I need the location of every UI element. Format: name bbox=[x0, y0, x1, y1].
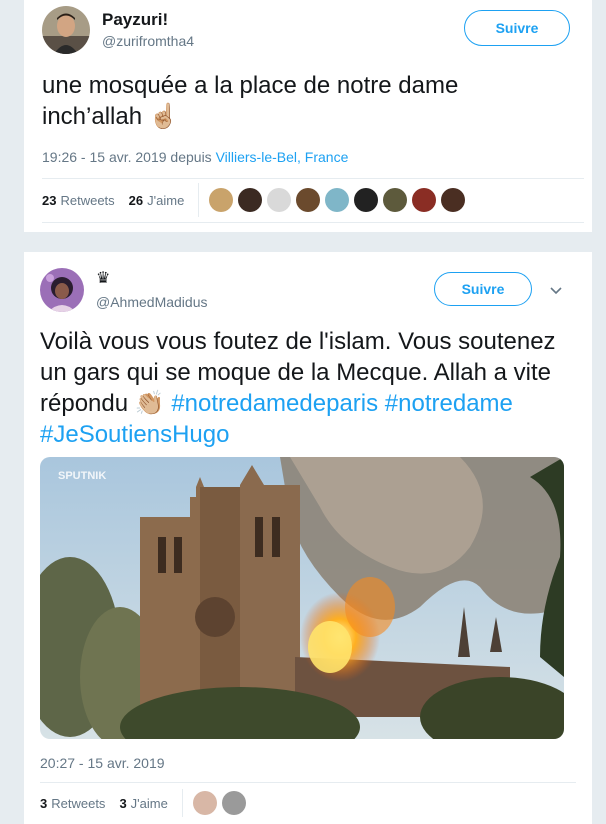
tweet-stats: 23 Retweets 26 J'aime bbox=[42, 183, 470, 217]
tweet-photo[interactable]: SPUTNIK bbox=[40, 457, 564, 739]
clapping-emoji: 👏🏼 bbox=[134, 390, 165, 417]
tweet-text: une mosquée a la place de notre dame inc… bbox=[42, 70, 562, 132]
retweets-stat[interactable]: 3 Retweets bbox=[40, 796, 105, 811]
timestamp[interactable]: 19:26 - 15 avr. 2019 depuis bbox=[42, 149, 212, 165]
handle[interactable]: @zurifromtha4 bbox=[102, 33, 194, 49]
stats-separator bbox=[198, 183, 200, 217]
photo-watermark: SPUTNIK bbox=[58, 470, 106, 482]
liker-avatar[interactable] bbox=[267, 188, 292, 212]
divider bbox=[42, 222, 584, 223]
likers-avatars bbox=[209, 188, 470, 212]
liker-avatar[interactable] bbox=[383, 188, 408, 212]
retweets-stat[interactable]: 23 Retweets bbox=[42, 193, 115, 208]
location-link[interactable]: Villiers-le-Bel, France bbox=[216, 149, 349, 165]
hashtag-link[interactable]: #notredamedeparis bbox=[171, 390, 378, 417]
handle[interactable]: @AhmedMadidus bbox=[96, 294, 208, 310]
pointing-up-emoji: ☝🏼 bbox=[148, 103, 179, 130]
liker-avatar[interactable] bbox=[192, 791, 217, 815]
divider bbox=[40, 782, 576, 783]
liker-avatar[interactable] bbox=[221, 791, 246, 815]
stats-separator bbox=[181, 789, 183, 817]
display-name-icon[interactable]: ♛ bbox=[96, 268, 110, 288]
liker-avatar[interactable] bbox=[238, 188, 263, 212]
tweet-text: Voilà vous vous foutez de l'islam. Vous … bbox=[40, 326, 580, 450]
follow-button[interactable]: Suivre bbox=[434, 272, 532, 306]
hashtag-link[interactable]: #notredame bbox=[385, 390, 513, 417]
avatar[interactable] bbox=[42, 6, 90, 54]
likes-stat[interactable]: 26 J'aime bbox=[129, 193, 185, 208]
divider bbox=[42, 178, 584, 179]
liker-avatar[interactable] bbox=[209, 188, 234, 212]
liker-avatar[interactable] bbox=[441, 188, 466, 212]
liker-avatar[interactable] bbox=[354, 188, 379, 212]
notre-dame-fire-image: SPUTNIK bbox=[40, 457, 564, 739]
liker-avatar[interactable] bbox=[296, 188, 321, 212]
chevron-down-icon[interactable] bbox=[550, 282, 562, 298]
tweet-meta: 19:26 - 15 avr. 2019 depuis Villiers-le-… bbox=[42, 149, 348, 165]
tweet-stats: 3 Retweets 3 J'aime bbox=[40, 788, 251, 818]
likes-stat[interactable]: 3 J'aime bbox=[119, 796, 167, 811]
avatar[interactable] bbox=[40, 268, 84, 312]
tweet-card-2: ♛ @AhmedMadidus Suivre Voilà vous vous f… bbox=[24, 252, 592, 824]
liker-avatar[interactable] bbox=[325, 188, 350, 212]
liker-avatar[interactable] bbox=[412, 188, 437, 212]
follow-button[interactable]: Suivre bbox=[464, 10, 570, 46]
tweet-text-content: une mosquée a la place de notre dame inc… bbox=[42, 72, 459, 130]
hashtag-link[interactable]: #JeSoutiensHugo bbox=[40, 421, 229, 448]
timestamp[interactable]: 20:27 - 15 avr. 2019 bbox=[40, 755, 165, 771]
display-name[interactable]: Payzuri! bbox=[102, 10, 168, 30]
tweet-card-1: Payzuri! @zurifromtha4 Suivre une mosqué… bbox=[24, 0, 592, 232]
